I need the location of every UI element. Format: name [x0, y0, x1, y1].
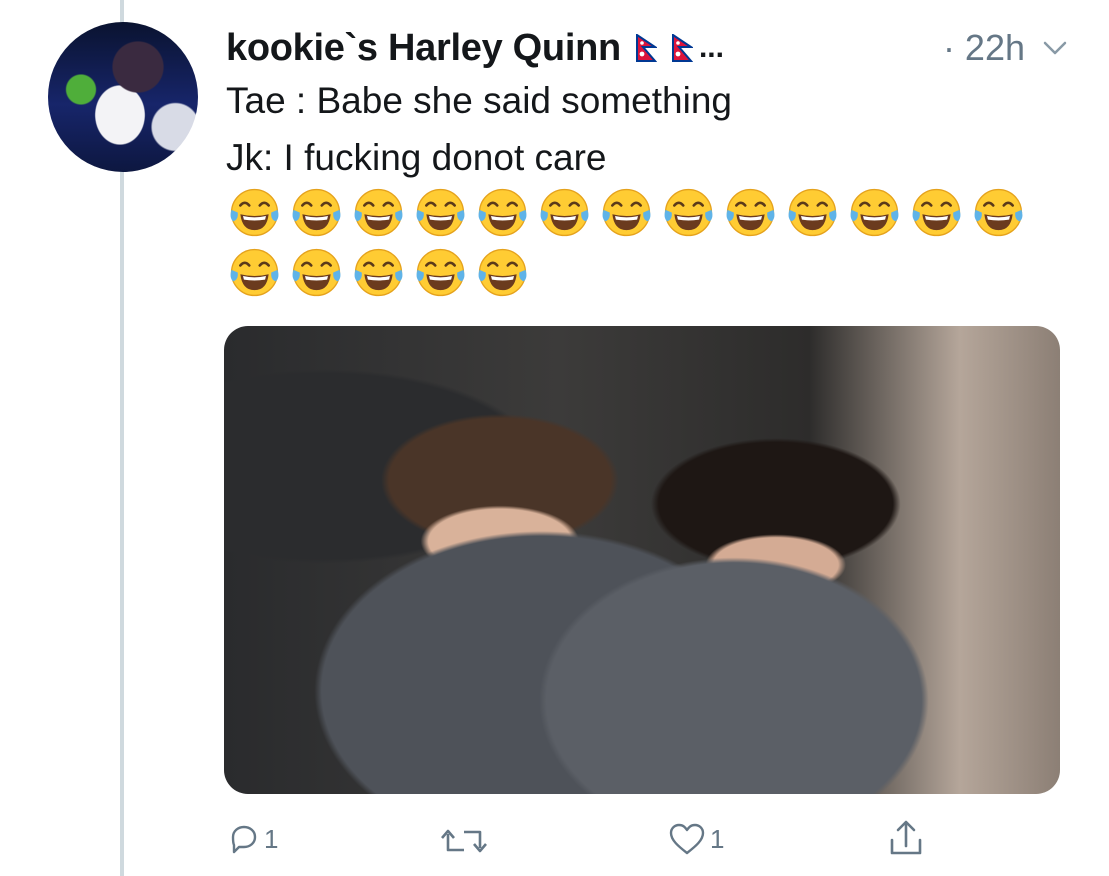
face-with-tears-of-joy-icon — [664, 188, 713, 237]
tweet-text-line: Jk: I fucking donot care — [226, 137, 607, 178]
tweet-actions: 1 1 — [226, 818, 946, 868]
share-button[interactable] — [886, 818, 926, 858]
tweet-photo[interactable] — [224, 326, 1060, 794]
face-with-tears-of-joy-icon — [726, 188, 775, 237]
emoji-row — [228, 186, 1025, 239]
face-with-tears-of-joy-icon — [354, 188, 403, 237]
face-with-tears-of-joy-icon — [292, 188, 341, 237]
face-with-tears-of-joy-icon — [478, 248, 527, 297]
retweet-button[interactable] — [440, 824, 492, 858]
face-with-tears-of-joy-icon — [602, 188, 651, 237]
face-with-tears-of-joy-icon — [850, 188, 899, 237]
face-with-tears-of-joy-icon — [416, 248, 465, 297]
tweet-header: kookie`s Harley Quinn ... · 22h — [226, 22, 1069, 74]
face-with-tears-of-joy-icon — [416, 188, 465, 237]
nepal-flag-icon — [671, 34, 693, 62]
face-with-tears-of-joy-icon — [292, 248, 341, 297]
face-with-tears-of-joy-icon — [478, 188, 527, 237]
tweet-text-line: Tae : Babe she said something — [226, 80, 732, 121]
chevron-down-icon[interactable] — [1041, 34, 1069, 62]
reply-count: 1 — [264, 823, 279, 854]
nepal-flag-icon — [635, 34, 657, 62]
reply-button[interactable]: 1 — [226, 822, 278, 856]
face-with-tears-of-joy-icon — [540, 188, 589, 237]
face-with-tears-of-joy-icon — [230, 248, 279, 297]
timestamp[interactable]: · 22h — [943, 27, 1025, 69]
heart-icon — [669, 823, 705, 855]
face-with-tears-of-joy-icon — [974, 188, 1023, 237]
share-icon — [890, 820, 922, 855]
avatar[interactable] — [48, 22, 198, 172]
reply-icon — [231, 825, 257, 854]
display-name[interactable]: kookie`s Harley Quinn — [226, 27, 621, 70]
retweet-icon — [441, 829, 487, 853]
like-count: 1 — [710, 823, 725, 854]
face-with-tears-of-joy-icon — [354, 248, 403, 297]
face-with-tears-of-joy-icon — [788, 188, 837, 237]
face-with-tears-of-joy-icon — [230, 188, 279, 237]
name-truncation: ... — [698, 31, 724, 64]
like-button[interactable]: 1 — [668, 822, 724, 856]
face-with-tears-of-joy-icon — [912, 188, 961, 237]
emoji-row — [228, 246, 529, 299]
